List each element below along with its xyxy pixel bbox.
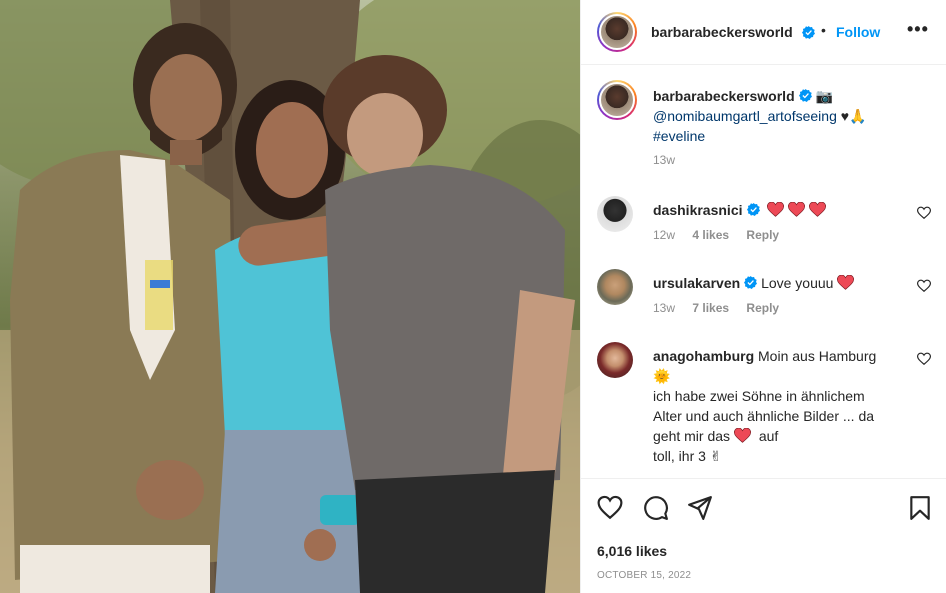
- share-icon[interactable]: [687, 495, 713, 521]
- red-heart-icon: [767, 202, 785, 217]
- commenter-avatar[interactable]: [597, 342, 633, 378]
- comment-text: ursulakarven Love youuu: [653, 273, 903, 293]
- verified-icon: [746, 203, 760, 216]
- author-username[interactable]: barbarabeckersworld: [651, 24, 793, 40]
- more-icon[interactable]: •••: [907, 19, 929, 40]
- likes-count[interactable]: 6,016 likes: [597, 543, 667, 559]
- comment-body: Love youuu: [761, 275, 834, 291]
- commenter-avatar[interactable]: [597, 196, 633, 232]
- comment-body-line2: ich habe zwei Söhne in ähnlichem: [653, 388, 865, 404]
- comment-likes[interactable]: 4 likes: [692, 228, 729, 242]
- post-photo[interactable]: [0, 0, 580, 593]
- pray-emoji: 🙏: [849, 108, 867, 124]
- comment-body-line3: Alter und auch ähnliche Bilder ... da: [653, 408, 875, 424]
- peace-emoji: ✌: [709, 448, 722, 464]
- comment-icon[interactable]: [643, 495, 669, 521]
- caption-time[interactable]: 13w: [653, 153, 675, 167]
- caption-text: barbarabeckersworld 📷 @nomibaumgartl_art…: [653, 86, 933, 146]
- bookmark-icon[interactable]: [907, 495, 933, 521]
- verified-icon: [802, 26, 815, 39]
- red-heart-icon: [788, 202, 806, 217]
- post-header: barbarabeckersworld • Follow •••: [581, 0, 946, 65]
- comment-text: dashikrasnici: [653, 200, 903, 220]
- comment-text: anagohamburg Moin aus Hamburg 🌞 ich habe…: [653, 346, 923, 466]
- photo-illustration: [0, 0, 580, 593]
- reply-button[interactable]: Reply: [746, 301, 779, 315]
- camera-emoji: 📷: [815, 88, 833, 104]
- comment-body-line1: Moin aus Hamburg: [758, 348, 877, 364]
- follow-button[interactable]: Follow: [836, 24, 880, 40]
- author-avatar[interactable]: [597, 12, 637, 52]
- comment-meta: 12w 4 likes Reply: [653, 228, 793, 242]
- heart-icon[interactable]: [597, 495, 623, 521]
- comment-body-line5: toll, ihr 3: [653, 448, 706, 464]
- heart-emoji: ♥: [840, 108, 850, 124]
- caption-username[interactable]: barbarabeckersworld: [653, 88, 795, 104]
- reply-button[interactable]: Reply: [746, 228, 779, 242]
- commenter-avatar[interactable]: [597, 269, 633, 305]
- red-heart-icon: [809, 202, 827, 217]
- sun-emoji: 🌞: [653, 368, 671, 384]
- comment-like-heart-icon[interactable]: [917, 352, 931, 366]
- comment-body-line4b: auf: [758, 428, 779, 444]
- comment-username[interactable]: ursulakarven: [653, 275, 740, 291]
- instagram-post-modal: barbarabeckersworld • Follow ••• barbara…: [0, 0, 946, 593]
- comment-likes[interactable]: 7 likes: [692, 301, 729, 315]
- comment-meta: 13w 7 likes Reply: [653, 301, 793, 315]
- comment-body-line4a: geht mir das: [653, 428, 731, 444]
- verified-icon: [744, 276, 758, 289]
- red-heart-icon: [837, 275, 855, 290]
- post-date[interactable]: OCTOBER 15, 2022: [597, 570, 691, 581]
- comment-like-heart-icon[interactable]: [917, 279, 931, 293]
- post-side-panel: barbarabeckersworld • Follow ••• barbara…: [580, 0, 946, 593]
- caption-mention-link[interactable]: @nomibaumgartl_artofseeing: [653, 108, 837, 124]
- comment-time[interactable]: 12w: [653, 228, 675, 242]
- comment-username[interactable]: dashikrasnici: [653, 202, 743, 218]
- post-actions: 6,016 likes OCTOBER 15, 2022: [581, 478, 946, 593]
- red-heart-icon: [733, 428, 751, 443]
- caption-avatar[interactable]: [597, 80, 637, 120]
- comment-username[interactable]: anagohamburg: [653, 348, 754, 364]
- header-separator: •: [821, 22, 826, 38]
- verified-icon: [798, 89, 812, 102]
- comment-like-heart-icon[interactable]: [917, 206, 931, 220]
- caption-hashtag-link[interactable]: #eveline: [653, 128, 705, 144]
- comment-time[interactable]: 13w: [653, 301, 675, 315]
